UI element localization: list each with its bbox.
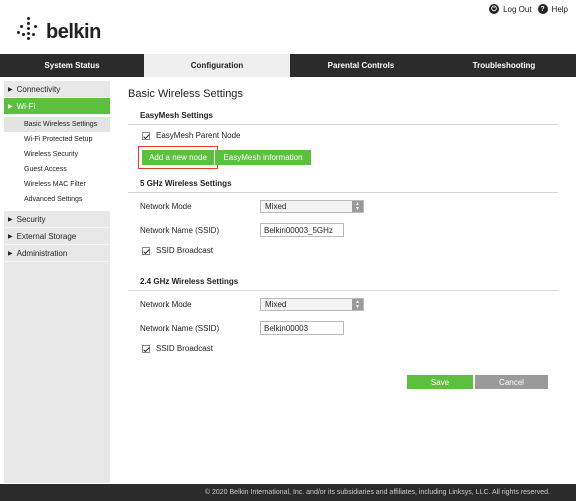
ghz24-ssid-label: Network Name (SSID): [140, 323, 220, 333]
footer: © 2020 Belkin International, Inc. and/or…: [0, 484, 576, 501]
ghz5-broadcast-label: SSID Broadcast: [156, 246, 213, 255]
main-nav: System Status Configuration Parental Con…: [0, 54, 576, 77]
help-link[interactable]: ? Help: [537, 4, 568, 14]
submenu-wifi-protected-setup[interactable]: Wi-Fi Protected Setup: [4, 132, 110, 147]
easymesh-section-title: EasyMesh Settings: [140, 111, 213, 120]
power-icon: ⏻: [489, 4, 500, 14]
top-links: ⏻ Log Out ? Help: [489, 4, 568, 14]
ghz5-network-mode-select[interactable]: Mixed ▲ ▼: [260, 200, 364, 213]
ghz5-mode-row: Network Mode Mixed ▲ ▼: [140, 200, 558, 213]
save-button[interactable]: Save: [407, 375, 473, 389]
ghz5-section-title: 5 GHz Wireless Settings: [140, 179, 232, 188]
help-icon: ?: [537, 4, 548, 14]
logo-dots-icon: [16, 17, 42, 43]
easymesh-buttons-row: Add a new node EasyMesh information: [138, 146, 558, 169]
select-arrows-icon: ▲ ▼: [352, 299, 363, 310]
ghz5-mode-label: Network Mode: [140, 202, 192, 211]
easymesh-parent-label: EasyMesh Parent Node: [156, 131, 241, 140]
sidebar-item-wifi[interactable]: ▶ Wi-Fi: [4, 98, 110, 115]
brand-name: belkin: [46, 20, 101, 43]
easymesh-parent-checkbox[interactable]: [142, 131, 150, 140]
tab-system-status[interactable]: System Status: [0, 54, 144, 77]
divider: [128, 124, 558, 125]
ghz5-ssid-input[interactable]: Belkin00003_5GHz: [260, 223, 344, 237]
ghz24-mode-row: Network Mode Mixed ▲ ▼: [140, 298, 558, 311]
submenu-wireless-mac-filter[interactable]: Wireless MAC Filter: [4, 177, 110, 192]
caret-right-icon: ▶: [8, 250, 13, 257]
wifi-submenu: Basic Wireless Settings Wi-Fi Protected …: [4, 115, 110, 211]
divider: [128, 192, 558, 193]
ghz5-ssid-row: Network Name (SSID) Belkin00003_5GHz: [140, 223, 558, 237]
submenu-advanced-settings[interactable]: Advanced Settings: [4, 192, 110, 207]
tab-troubleshooting[interactable]: Troubleshooting: [432, 54, 576, 77]
ghz24-broadcast-row: SSID Broadcast: [142, 344, 558, 353]
header: belkin ⏻ Log Out ? Help: [0, 0, 576, 54]
divider: [128, 290, 558, 291]
ghz5-ssid-broadcast-checkbox[interactable]: [142, 246, 150, 255]
action-buttons-row: Save Cancel: [128, 375, 558, 389]
caret-right-icon: ▶: [8, 103, 13, 110]
ghz24-ssid-row: Network Name (SSID) Belkin00003: [140, 321, 558, 335]
submenu-basic-wireless-settings[interactable]: Basic Wireless Settings: [4, 117, 110, 132]
sidebar-item-label: Security: [16, 214, 46, 224]
sidebar-item-administration[interactable]: ▶ Administration: [4, 245, 110, 262]
sidebar-item-external-storage[interactable]: ▶ External Storage: [4, 228, 110, 245]
ghz5-broadcast-row: SSID Broadcast: [142, 246, 558, 255]
copyright-text: © 2020 Belkin International, Inc. and/or…: [204, 489, 550, 496]
help-label: Help: [551, 4, 568, 14]
sidebar-item-label: Wi-Fi: [16, 101, 36, 111]
ghz24-mode-value: Mixed: [265, 300, 287, 309]
sidebar-item-label: Connectivity: [16, 84, 61, 94]
caret-right-icon: ▶: [8, 233, 13, 240]
main-content: Basic Wireless Settings EasyMesh Setting…: [128, 81, 558, 389]
select-arrows-icon: ▲ ▼: [352, 201, 363, 212]
sidebar-item-label: External Storage: [16, 231, 77, 241]
logout-link[interactable]: ⏻ Log Out: [489, 4, 532, 14]
sidebar: ▶ Connectivity ▶ Wi-Fi Basic Wireless Se…: [4, 81, 110, 483]
caret-right-icon: ▶: [8, 86, 13, 93]
ghz24-mode-label: Network Mode: [140, 300, 192, 309]
cancel-button[interactable]: Cancel: [475, 375, 548, 389]
ghz24-broadcast-label: SSID Broadcast: [156, 344, 213, 353]
highlight-frame: Add a new node: [138, 146, 218, 169]
ghz5-mode-value: Mixed: [265, 202, 287, 211]
add-new-node-button[interactable]: Add a new node: [142, 150, 214, 165]
page-title: Basic Wireless Settings: [128, 88, 243, 100]
ghz24-network-mode-select[interactable]: Mixed ▲ ▼: [260, 298, 364, 311]
tab-configuration[interactable]: Configuration: [144, 54, 290, 77]
submenu-wireless-security[interactable]: Wireless Security: [4, 147, 110, 162]
sidebar-item-connectivity[interactable]: ▶ Connectivity: [4, 81, 110, 98]
caret-right-icon: ▶: [8, 216, 13, 223]
submenu-guest-access[interactable]: Guest Access: [4, 162, 110, 177]
logout-label: Log Out: [503, 4, 532, 14]
easymesh-parent-row: EasyMesh Parent Node: [142, 131, 558, 140]
sidebar-item-security[interactable]: ▶ Security: [4, 211, 110, 228]
tab-parental-controls[interactable]: Parental Controls: [290, 54, 432, 77]
ghz5-ssid-label: Network Name (SSID): [140, 225, 220, 235]
sidebar-item-label: Administration: [16, 248, 68, 258]
easymesh-information-button[interactable]: EasyMesh information: [215, 150, 311, 165]
belkin-logo: belkin: [16, 16, 101, 44]
ghz24-ssid-broadcast-checkbox[interactable]: [142, 344, 150, 353]
ghz24-section-title: 2.4 GHz Wireless Settings: [140, 277, 239, 286]
ghz24-ssid-input[interactable]: Belkin00003: [260, 321, 344, 335]
